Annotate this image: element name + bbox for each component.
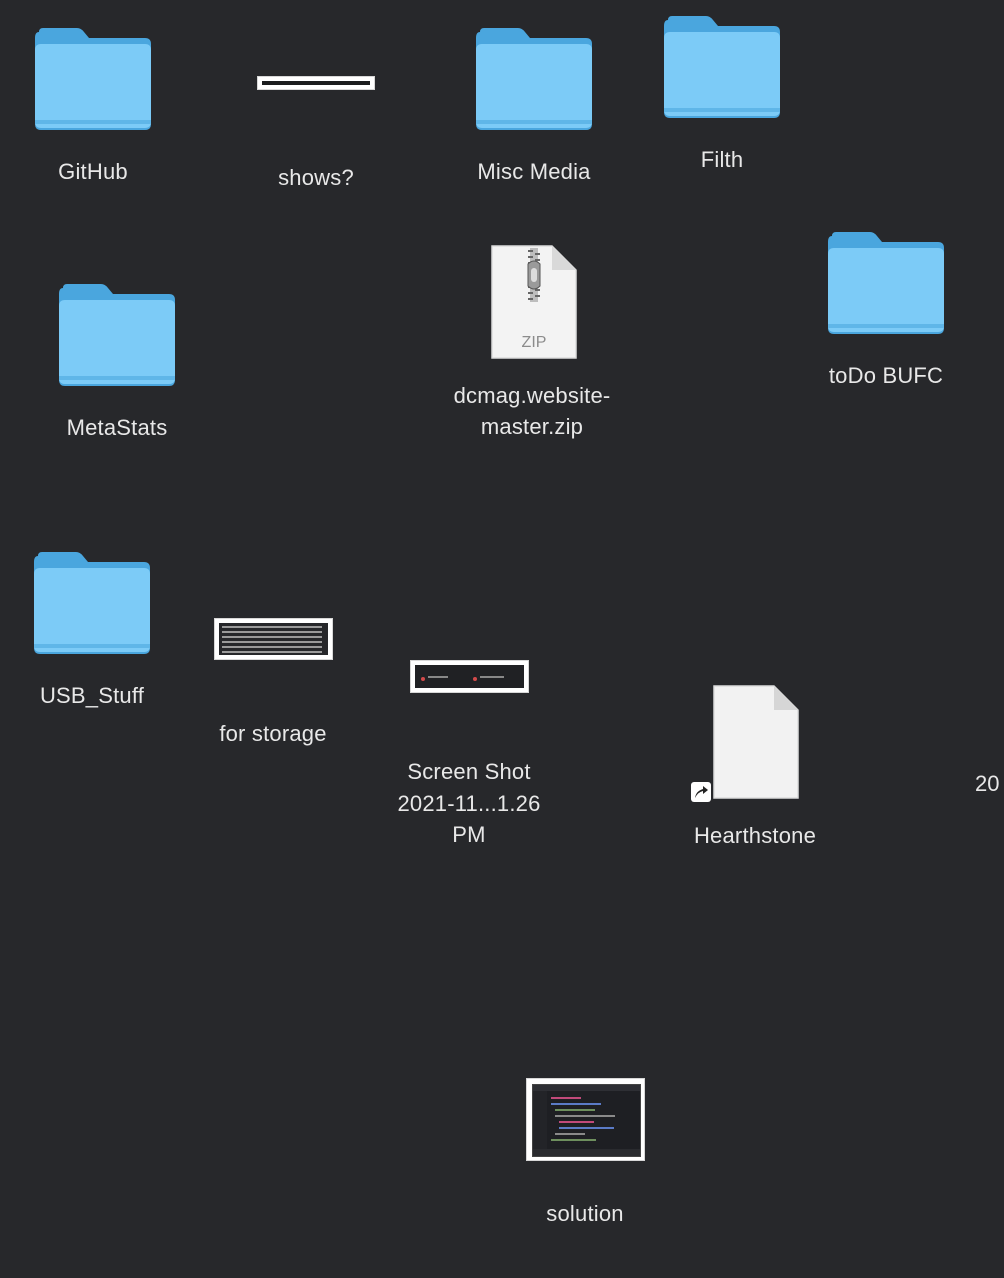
item-label: Misc Media (477, 159, 591, 184)
folder-icon (662, 16, 782, 123)
item-label: GitHub (58, 159, 128, 184)
item-label: for storage (219, 721, 327, 746)
screenshot-thumbnail-icon (257, 76, 375, 90)
folder-github[interactable]: GitHub (3, 28, 183, 228)
folder-usb-stuff[interactable]: USB_Stuff (2, 552, 182, 752)
file-solution[interactable]: solution (495, 1078, 675, 1278)
folder-icon (33, 28, 153, 135)
zip-archive-icon: ZIP (490, 244, 578, 365)
folder-icon (826, 232, 946, 339)
item-label: Filth (700, 147, 744, 172)
item-label: MetaStats (66, 415, 168, 440)
folder-metastats[interactable]: MetaStats (27, 284, 207, 484)
item-label: shows? (278, 165, 354, 190)
folder-todo-bufc[interactable]: toDo BUFC (796, 232, 976, 432)
file-hearthstone[interactable]: Hearthstone (665, 684, 845, 884)
screenshot-thumbnail-icon (214, 618, 333, 660)
document-icon (712, 684, 800, 805)
item-label: USB_Stuff (39, 683, 145, 708)
alias-arrow-icon (691, 782, 711, 802)
folder-misc-media[interactable]: Misc Media (444, 28, 624, 228)
folder-icon (474, 28, 594, 135)
zip-badge: ZIP (521, 334, 547, 351)
item-label: solution (546, 1201, 624, 1226)
folder-icon (57, 284, 177, 391)
screenshot-thumbnail-icon (526, 1078, 645, 1161)
folder-filth[interactable]: Filth (632, 16, 812, 216)
item-label: Hearthstone (693, 823, 817, 848)
item-label: toDo BUFC (828, 363, 944, 388)
partial-item-label[interactable]: 20 (975, 768, 999, 799)
file-for-storage[interactable]: for storage (183, 618, 363, 818)
file-dcmag-zip[interactable]: ZIP dcmag.website- master.zip (442, 244, 622, 444)
item-label-line1: Screen Shot (407, 759, 531, 784)
file-screen-shot[interactable]: Screen Shot 2021-11...1.26 PM (379, 660, 559, 860)
item-label-line2: master.zip (480, 414, 584, 439)
screenshot-thumbnail-icon (410, 660, 529, 693)
item-label-line2: 2021-11...1.26 PM (397, 791, 541, 847)
item-label-line1: dcmag.website- (453, 383, 611, 408)
file-shows[interactable]: shows? (226, 70, 406, 270)
folder-icon (32, 552, 152, 659)
